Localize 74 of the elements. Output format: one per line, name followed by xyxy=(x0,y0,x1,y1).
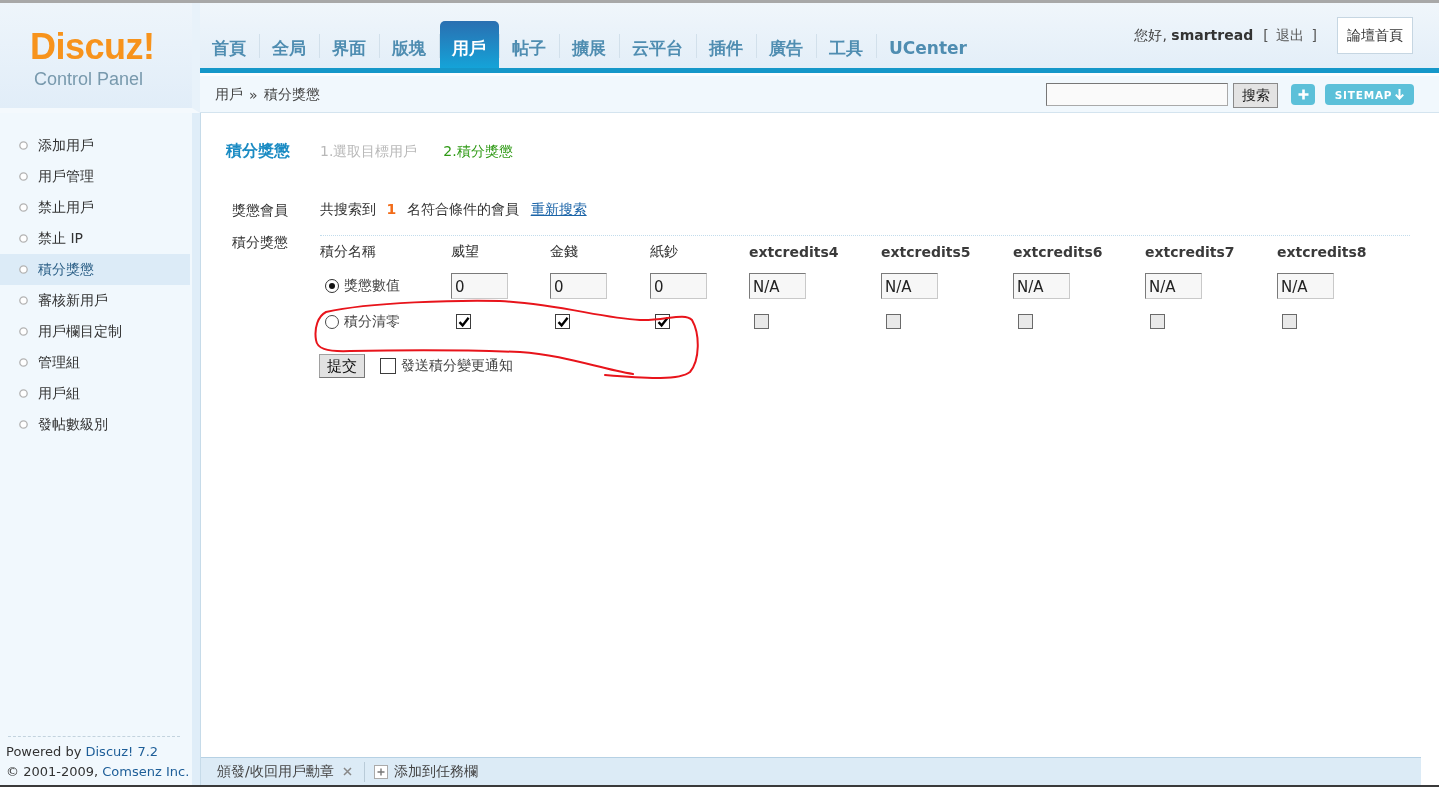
plus-square-icon xyxy=(373,764,388,779)
bullet-icon xyxy=(19,389,28,398)
step-label: 1.選取目標用戶 xyxy=(320,143,418,161)
credit-input[interactable]: 0 xyxy=(550,273,607,299)
bullet-icon xyxy=(19,172,28,181)
bullet-icon xyxy=(19,141,28,150)
search-field[interactable] xyxy=(1046,83,1228,106)
sidebar-item[interactable]: 積分獎懲 xyxy=(0,254,190,285)
checkbox-label: 發送積分變更通知 xyxy=(401,357,513,375)
breadcrumb-separator: » xyxy=(249,86,258,103)
credit-input[interactable]: N/A xyxy=(881,273,938,299)
field-label: 獎懲會員 xyxy=(231,201,289,220)
credit-input[interactable]: 0 xyxy=(451,273,508,299)
credit-input[interactable]: N/A xyxy=(1013,273,1070,299)
checkbox[interactable] xyxy=(456,314,471,329)
bullet-icon xyxy=(19,327,28,336)
credit-input[interactable]: N/A xyxy=(749,273,806,299)
footer-text: © 2001-2009, Comsenz Inc. xyxy=(5,763,191,781)
logout-link[interactable]: [ 退出 ] xyxy=(1263,26,1317,45)
credit-input[interactable]: N/A xyxy=(1277,273,1334,299)
column-header: 威望 xyxy=(451,242,480,261)
step-label: 2.積分獎懲 xyxy=(443,143,513,161)
sidebar-item[interactable]: 管理組 xyxy=(0,347,190,378)
footer-text: Powered by Discuz! 7.2 xyxy=(5,743,160,761)
sidebar-item[interactable]: 用戶管理 xyxy=(0,161,190,192)
add-to-taskbar-link[interactable]: 添加到任務欄 xyxy=(393,762,478,781)
forum-home-button[interactable]: 論壇首頁 xyxy=(1337,17,1413,54)
column-header: extcredits4 xyxy=(749,243,840,262)
radio-button[interactable] xyxy=(325,314,339,329)
bullet-icon xyxy=(19,296,28,305)
credit-input[interactable]: N/A xyxy=(1145,273,1202,299)
checkbox[interactable] xyxy=(380,358,396,374)
column-header: extcredits6 xyxy=(1013,243,1104,262)
radio-label: 積分清零 xyxy=(344,312,400,331)
page-title: 積分獎懲 xyxy=(226,141,290,161)
taskbar-tab[interactable]: 頒發/收回用戶勳章 xyxy=(217,762,334,781)
field-label: 積分獎懲 xyxy=(231,233,289,252)
radio-button[interactable] xyxy=(325,279,339,293)
column-header: extcredits5 xyxy=(881,243,972,262)
nav-tab[interactable]: 用戶 xyxy=(440,21,499,68)
bullet-icon xyxy=(19,203,28,212)
sidebar-item[interactable]: 禁止 IP xyxy=(0,223,190,254)
search-button[interactable]: 搜索 xyxy=(1233,83,1278,108)
breadcrumb-item: 積分獎懲 xyxy=(263,85,320,104)
column-header: extcredits8 xyxy=(1277,243,1368,262)
radio-label: 獎懲數值 xyxy=(344,277,400,295)
sidebar-item[interactable]: 禁止用戶 xyxy=(0,192,190,223)
submit-button[interactable]: 提交 xyxy=(319,354,365,378)
bullet-icon xyxy=(19,234,28,243)
sidebar-item[interactable]: 用戶組 xyxy=(0,378,190,409)
column-header: extcredits7 xyxy=(1145,243,1236,262)
footer-link[interactable]: Comsenz Inc. xyxy=(102,764,190,779)
logo-subtitle: Control Panel xyxy=(34,68,144,90)
bullet-icon xyxy=(19,420,28,429)
result-text: 共搜索到 1 名符合條件的會員 xyxy=(320,201,519,219)
credit-input[interactable]: 0 xyxy=(650,273,707,299)
footer-link[interactable]: Discuz! 7.2 xyxy=(85,744,159,759)
column-header: 紙鈔 xyxy=(650,242,679,261)
close-icon[interactable] xyxy=(342,767,352,776)
sidebar-item[interactable]: 添加用戶 xyxy=(0,130,190,161)
down-arrow-icon xyxy=(1395,89,1405,100)
column-header: 積分名稱 xyxy=(320,242,377,261)
sidebar-item[interactable]: 發帖數級別 xyxy=(0,409,190,440)
greeting-text: 您好, smartread xyxy=(1134,26,1254,45)
plus-icon xyxy=(1297,89,1309,100)
sidebar-item[interactable]: 審核新用戶 xyxy=(0,285,190,316)
bullet-icon xyxy=(19,358,28,367)
bullet-icon xyxy=(19,265,28,274)
checkbox[interactable] xyxy=(555,314,570,329)
column-header: 金錢 xyxy=(550,242,579,261)
research-link[interactable]: 重新搜索 xyxy=(530,201,587,219)
logo-title: Discuz! xyxy=(30,27,155,67)
sidebar-item[interactable]: 用戶欄目定制 xyxy=(0,316,190,347)
breadcrumb-item[interactable]: 用戶 xyxy=(215,85,243,104)
